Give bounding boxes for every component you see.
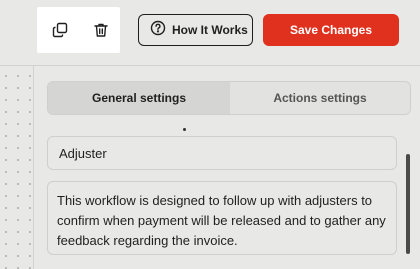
tab-general-settings[interactable]: General settings (48, 82, 230, 114)
how-it-works-button[interactable]: How It Works (138, 14, 253, 46)
how-it-works-label: How It Works (172, 23, 248, 37)
resize-dot (183, 128, 186, 131)
help-circle-icon (150, 20, 166, 41)
description-value: This workflow is designed to follow up w… (57, 193, 386, 248)
name-field[interactable]: Adjuster (47, 136, 397, 170)
scrollbar-thumb[interactable] (406, 154, 410, 254)
rail-divider (33, 66, 34, 269)
save-changes-label: Save Changes (289, 23, 373, 37)
toolbar: How It Works Save Changes (0, 0, 420, 64)
icon-action-group (37, 7, 120, 53)
trash-icon[interactable] (91, 20, 111, 40)
canvas-dot-grid (0, 66, 33, 269)
name-field-value: Adjuster (59, 145, 107, 161)
copy-icon[interactable] (50, 20, 70, 40)
save-changes-button[interactable]: Save Changes (263, 14, 399, 46)
description-textarea[interactable]: This workflow is designed to follow up w… (47, 181, 397, 255)
settings-tabs: General settings Actions settings (47, 81, 411, 115)
tab-actions-settings[interactable]: Actions settings (230, 82, 410, 114)
toolbar-divider (0, 65, 420, 66)
